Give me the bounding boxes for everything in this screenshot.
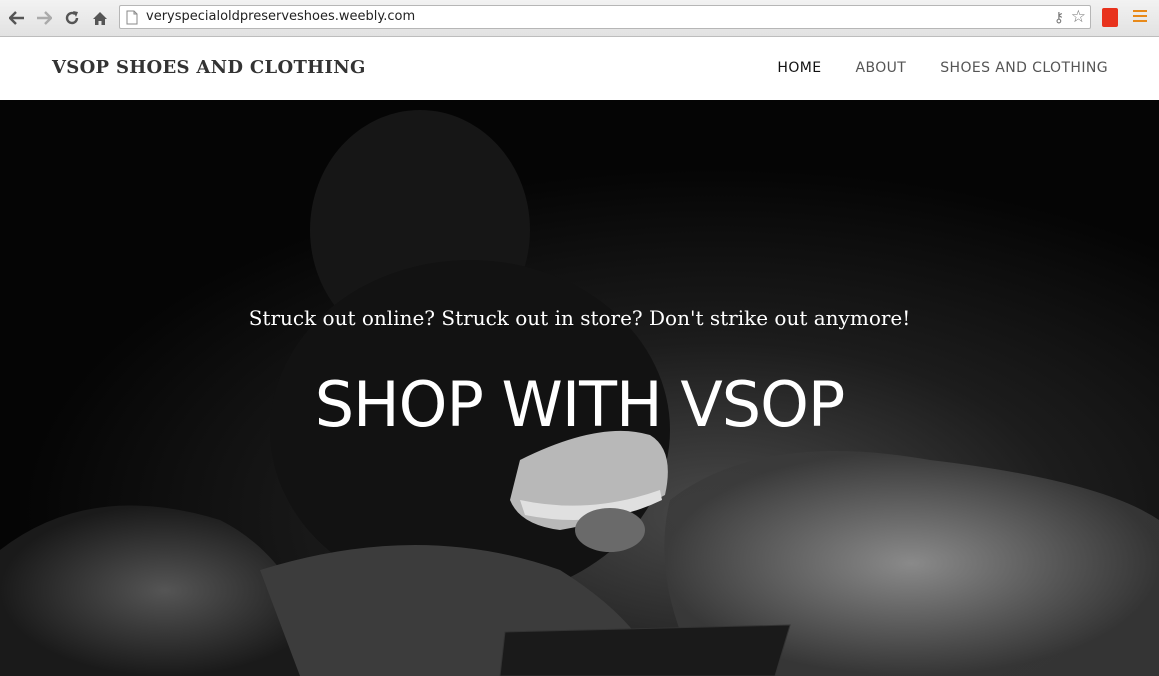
menu-icon[interactable] [1133,10,1147,25]
hero-section: Struck out online? Struck out in store? … [0,100,1159,676]
pdf-extension-icon[interactable] [1102,8,1118,27]
site-logo[interactable]: VSOP SHOES AND CLOTHING [52,57,366,78]
key-icon[interactable]: ⚷ [1054,9,1064,26]
address-bar[interactable]: veryspecialoldpreserveshoes.weebly.com ⚷… [119,5,1091,29]
site-header: VSOP SHOES AND CLOTHING HOME ABOUT SHOES… [0,37,1159,100]
home-icon[interactable] [89,7,111,29]
forward-icon[interactable] [33,7,55,29]
page-icon [126,10,138,25]
hero-tagline: Struck out online? Struck out in store? … [248,306,911,330]
nav-shoes-and-clothing[interactable]: SHOES AND CLOTHING [940,60,1108,76]
reload-icon[interactable] [61,7,83,29]
back-icon[interactable] [6,7,28,29]
star-icon[interactable]: ☆ [1071,7,1086,27]
nav-about[interactable]: ABOUT [856,60,907,76]
hero-headline: SHOP WITH VSOP [314,368,846,441]
nav-home[interactable]: HOME [777,60,821,76]
browser-toolbar: veryspecialoldpreserveshoes.weebly.com ⚷… [0,0,1159,37]
url-text: veryspecialoldpreserveshoes.weebly.com [146,9,416,24]
main-nav: HOME ABOUT SHOES AND CLOTHING [777,60,1108,76]
